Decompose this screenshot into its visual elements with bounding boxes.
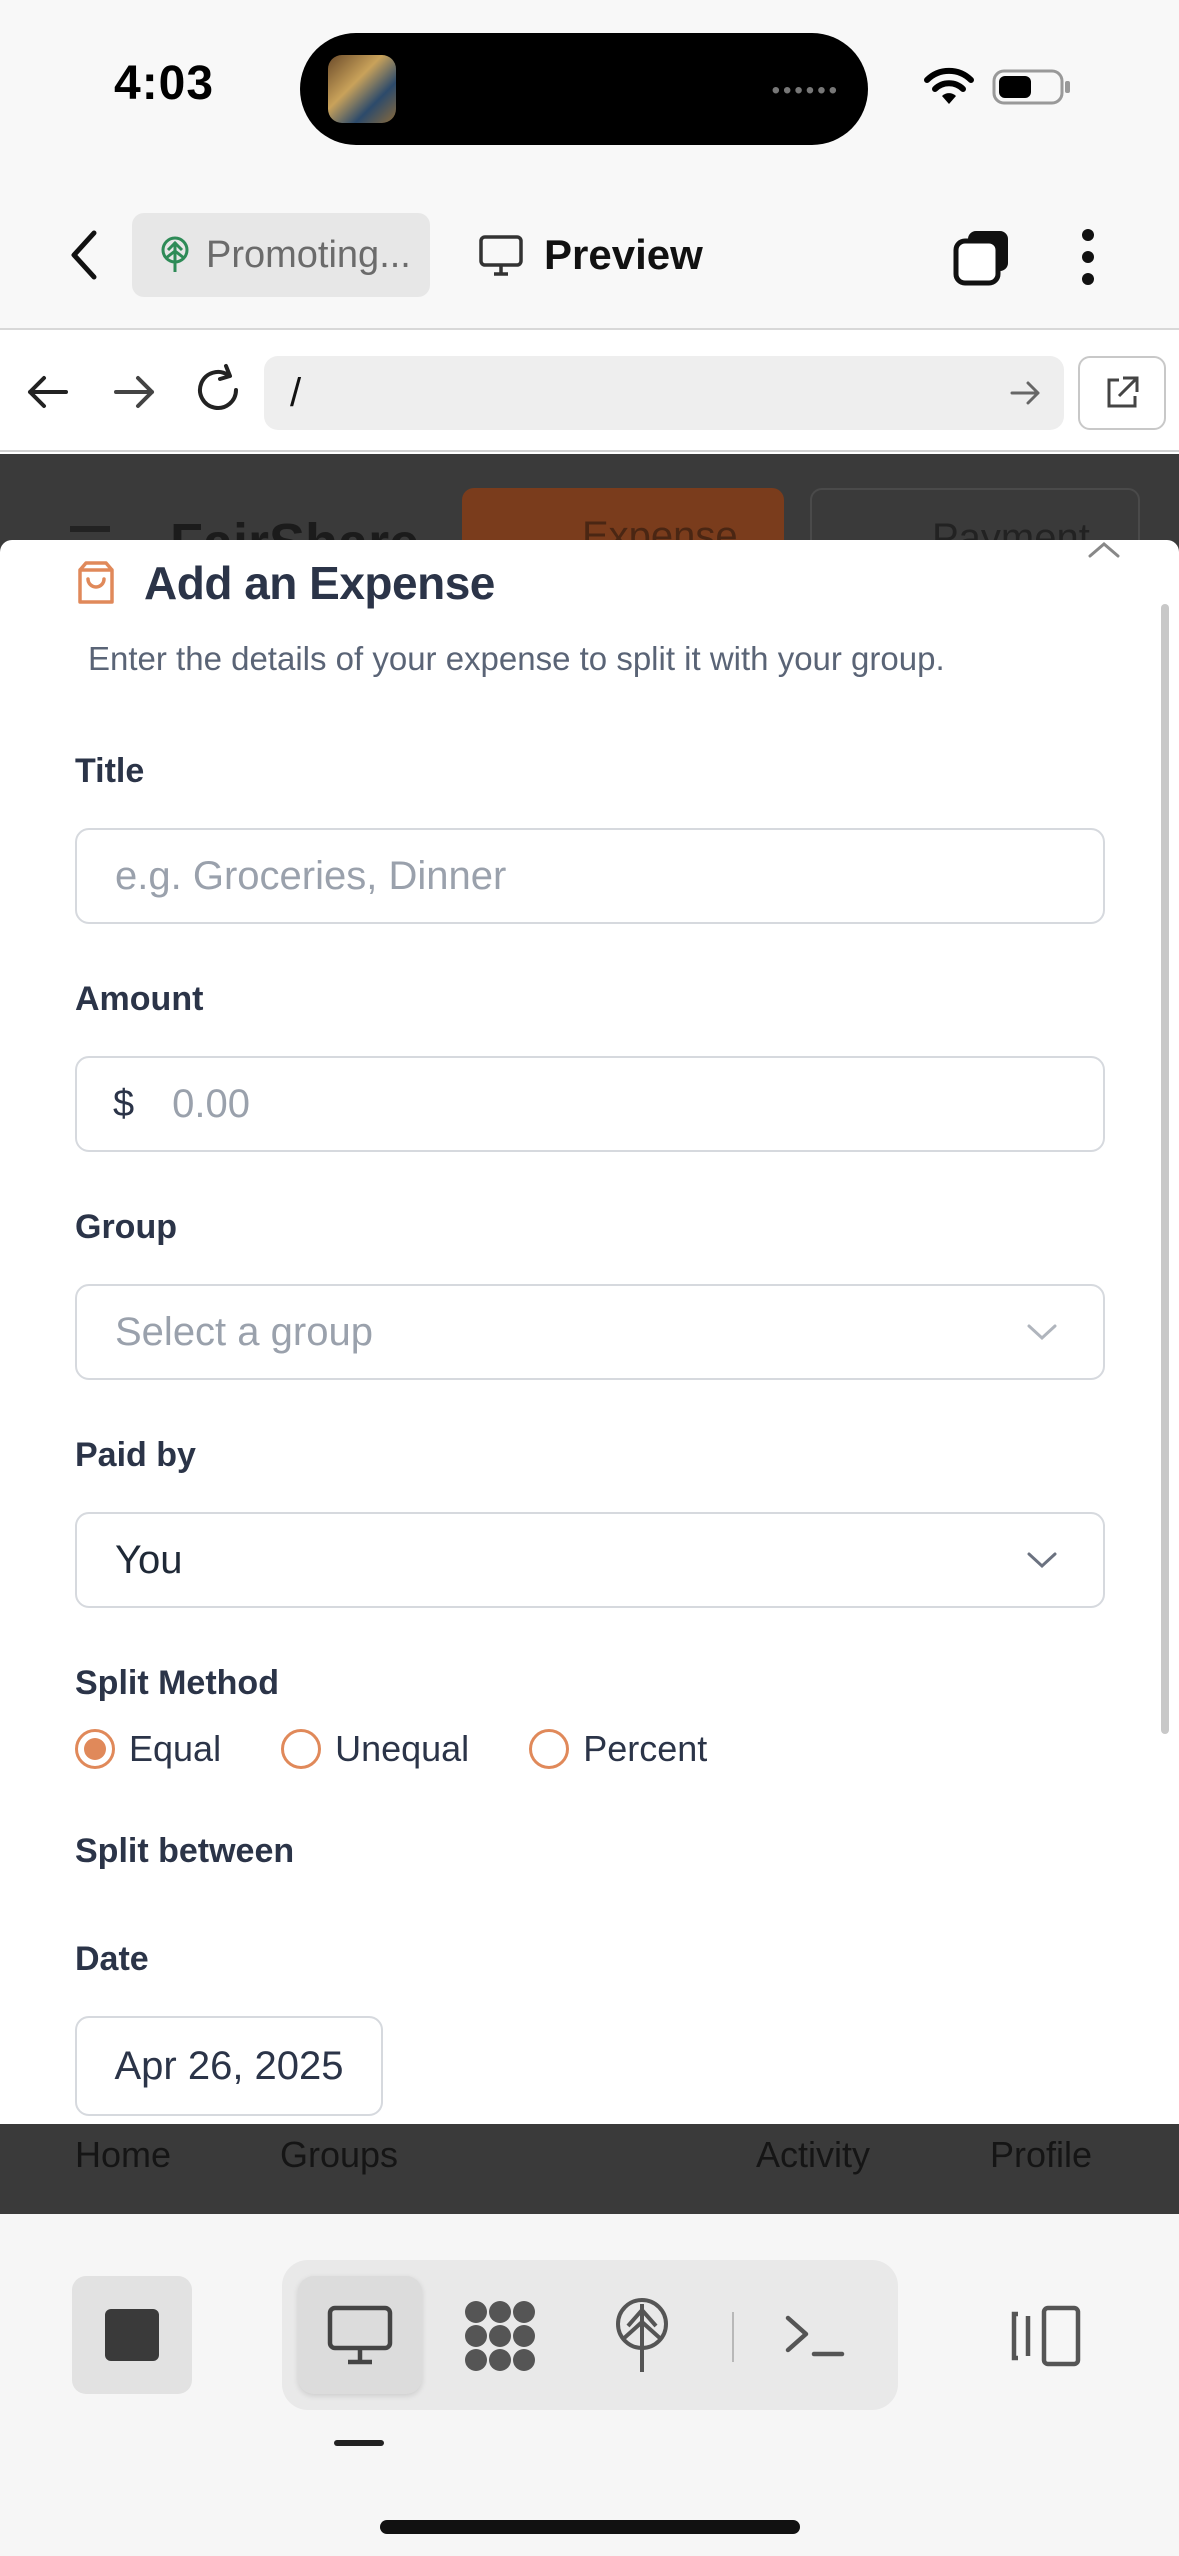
external-link-icon: [1107, 376, 1139, 408]
preview-label: Preview: [544, 231, 703, 278]
wifi-icon: [924, 67, 974, 104]
radio-percent-indicator[interactable]: [529, 1729, 570, 1769]
radio-equal-label: Equal: [129, 1728, 222, 1769]
status-time: 4:03: [114, 57, 215, 110]
preview-button[interactable]: Preview: [478, 213, 703, 297]
monitor-icon: [479, 235, 523, 276]
paid-by-label: Paid by: [75, 1436, 196, 1474]
open-external-button[interactable]: [1078, 356, 1166, 430]
title-label: Title: [75, 752, 145, 790]
more-vertical-icon[interactable]: [1068, 225, 1108, 289]
project-chip[interactable]: Promoting...: [132, 213, 430, 297]
nav-home: Home: [75, 2134, 172, 2175]
now-playing-thumbnail: [328, 55, 396, 123]
group-select[interactable]: Select a group: [75, 1284, 1105, 1380]
project-label: Promoting...: [206, 233, 411, 276]
shopping-bag-icon: [78, 561, 114, 604]
island-activity-icon: ••••••: [771, 77, 840, 104]
status-bar: 4:03 ••••••: [0, 0, 1179, 175]
reload-icon[interactable]: [190, 362, 246, 418]
tool-group: [282, 2260, 898, 2410]
home-indicator[interactable]: [380, 2520, 800, 2534]
bottom-toolbar: [0, 2214, 1179, 2556]
amount-label: Amount: [75, 980, 204, 1018]
arrow-left-icon[interactable]: [22, 366, 74, 418]
url-row: /: [0, 332, 1179, 452]
radio-unequal-label: Unequal: [335, 1728, 470, 1769]
sheet-scrollbar[interactable]: [1161, 604, 1169, 1734]
nav-profile: Profile: [990, 2134, 1093, 2175]
stop-icon[interactable]: [72, 2276, 192, 2394]
radio-percent[interactable]: Percent: [529, 1728, 707, 1770]
amount-input[interactable]: $ 0.00: [75, 1056, 1105, 1152]
group-placeholder: Select a group: [115, 1309, 373, 1354]
date-picker[interactable]: Apr 26, 2025: [75, 2016, 383, 2116]
toolbar-divider: [732, 2312, 734, 2362]
title-input[interactable]: e.g. Groceries, Dinner: [75, 828, 1105, 924]
arrow-right-icon[interactable]: [108, 366, 160, 418]
monitor-icon: [327, 2305, 393, 2365]
paid-by-value: You: [115, 1537, 183, 1582]
date-label: Date: [75, 1940, 149, 1978]
split-panel-icon[interactable]: [1010, 2304, 1082, 2368]
go-arrow-icon[interactable]: [1006, 374, 1044, 412]
radio-unequal[interactable]: Unequal: [281, 1728, 469, 1770]
chevron-down-icon: [1027, 1324, 1057, 1341]
tabs-icon[interactable]: [952, 227, 1012, 287]
sheet-header: Add an Expense: [74, 556, 495, 610]
battery-icon: [992, 69, 1070, 105]
group-label: Group: [75, 1208, 177, 1246]
grid-dots-icon[interactable]: [462, 2298, 538, 2374]
currency-symbol: $: [113, 1082, 135, 1125]
chevron-down-icon: [1027, 1552, 1057, 1569]
radio-equal-indicator[interactable]: [75, 1729, 115, 1769]
url-input[interactable]: /: [264, 356, 1064, 430]
split-method-label: Split Method: [75, 1664, 279, 1702]
add-expense-sheet: Add an Expense Enter the details of your…: [0, 540, 1179, 2124]
globe-upload-icon[interactable]: [612, 2296, 672, 2376]
url-text: /: [290, 370, 302, 415]
split-between-label: Split between: [75, 1832, 295, 1870]
underlay-bottom-nav: Home Groups Activity Profile: [0, 2124, 1179, 2214]
menu-icon: [70, 526, 110, 532]
deploy-tree-icon: [161, 236, 189, 272]
monitor-tab[interactable]: [298, 2276, 422, 2394]
radio-equal[interactable]: Equal: [75, 1728, 221, 1770]
terminal-icon[interactable]: [784, 2312, 846, 2362]
paid-by-select[interactable]: You: [75, 1512, 1105, 1608]
title-placeholder: e.g. Groceries, Dinner: [115, 853, 507, 898]
nav-groups: Groups: [280, 2134, 399, 2175]
dynamic-island: ••••••: [300, 33, 868, 145]
app-header: Promoting... Preview: [0, 175, 1179, 330]
amount-placeholder: 0.00: [172, 1081, 250, 1126]
split-method-radio-group: Equal Unequal Percent: [75, 1728, 767, 1770]
back-chevron-icon[interactable]: [64, 225, 104, 285]
sheet-subtitle: Enter the details of your expense to spl…: [88, 640, 945, 677]
nav-activity: Activity: [756, 2134, 871, 2175]
date-value: Apr 26, 2025: [114, 2043, 344, 2088]
sheet-title: Add an Expense: [144, 557, 495, 609]
radio-unequal-indicator[interactable]: [281, 1729, 322, 1769]
chevron-up-icon[interactable]: [1084, 540, 1124, 564]
active-tab-indicator: [334, 2440, 384, 2446]
radio-percent-label: Percent: [583, 1728, 708, 1769]
